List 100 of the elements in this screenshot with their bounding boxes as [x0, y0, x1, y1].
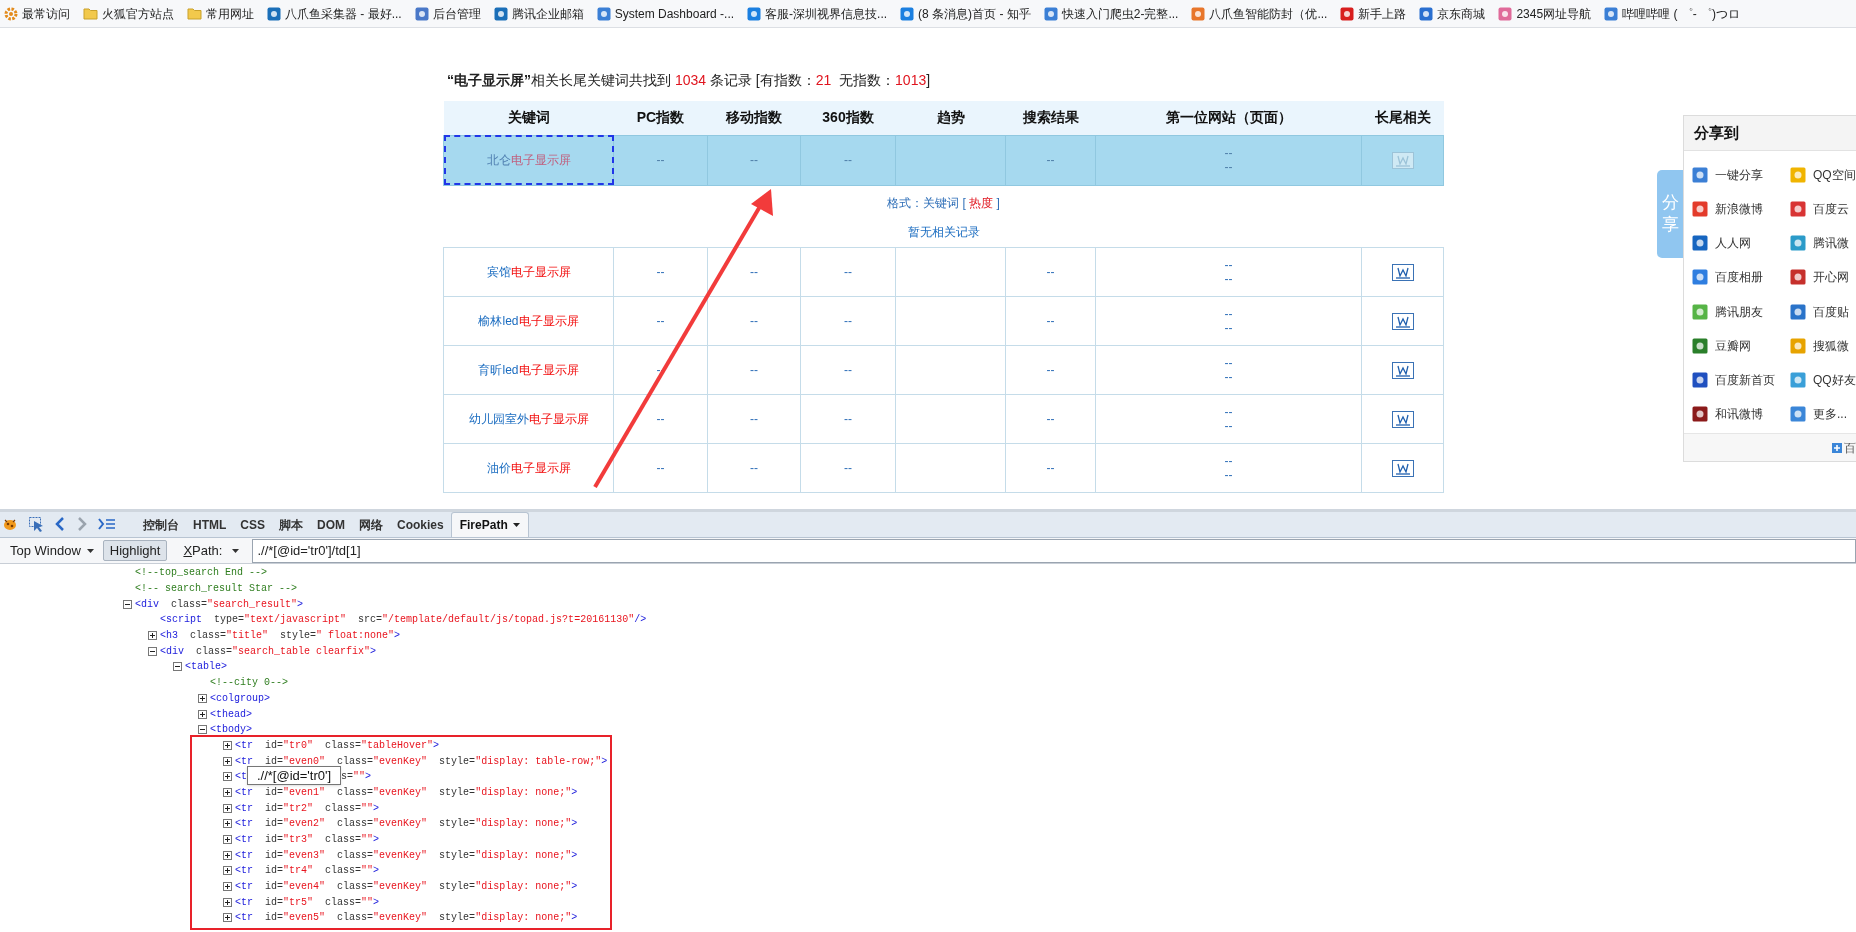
- empty-message: 暂无相关记录: [906, 223, 981, 240]
- expand-icon[interactable]: [223, 803, 232, 813]
- table-cell: --: [1224, 160, 1233, 174]
- code-line: <tr id="even4" class="evenKey" style="display: none;">: [235, 880, 578, 895]
- table-cell: --: [750, 313, 758, 328]
- bookmark-link[interactable]: 2345网址导航: [1498, 4, 1592, 23]
- share-link[interactable]: 开心网: [1790, 262, 1856, 293]
- expand-icon[interactable]: [223, 819, 232, 829]
- share-link[interactable]: 新浪微博: [1692, 194, 1790, 225]
- table-cell: --: [750, 362, 758, 377]
- expand-icon[interactable]: [223, 787, 232, 797]
- document-icon[interactable]: [1391, 410, 1414, 428]
- share-link[interactable]: 腾讯朋友: [1692, 296, 1790, 327]
- table-cell: --: [750, 460, 758, 475]
- share-link[interactable]: 腾讯微: [1790, 228, 1856, 259]
- collapse-icon[interactable]: [198, 725, 207, 735]
- bookmark-link[interactable]: 快速入门爬虫2-完整...: [1043, 4, 1179, 23]
- collapse-icon[interactable]: [123, 599, 132, 609]
- expand-icon[interactable]: [223, 882, 232, 892]
- share-link[interactable]: QQ好友: [1790, 364, 1856, 395]
- expand-icon[interactable]: [198, 693, 207, 703]
- bookmark-link[interactable]: (8 条消息)首页 - 知乎: [900, 4, 1031, 23]
- expand-icon[interactable]: [148, 631, 157, 641]
- keyword-link[interactable]: 育昕led电子显示屏: [478, 362, 579, 377]
- site-icon: [1340, 6, 1355, 21]
- table-cell: --: [750, 264, 758, 279]
- keyword-link[interactable]: 榆林led电子显示屏: [478, 313, 579, 328]
- share-link[interactable]: 百度新首页: [1692, 364, 1790, 395]
- table-cell: --: [1046, 362, 1055, 377]
- devtools-tab[interactable]: DOM: [310, 513, 352, 537]
- document-icon[interactable]: [1391, 312, 1414, 330]
- table-row[interactable]: 宾馆电子显示屏 -- -- -- -- -- --: [443, 247, 1444, 296]
- expand-icon[interactable]: [223, 740, 232, 750]
- bookmark-link[interactable]: 哔哩哔哩 ( ゜- ゜)つロ: [1604, 4, 1741, 23]
- document-icon[interactable]: [1391, 459, 1414, 477]
- table-row[interactable]: 油价电子显示屏 -- -- -- -- -- --: [443, 443, 1444, 492]
- devtools-tab[interactable]: Cookies: [390, 513, 451, 537]
- table-row[interactable]: 幼儿园室外电子显示屏 -- -- -- -- -- --: [443, 394, 1444, 443]
- bookmark-link[interactable]: 最常访问: [4, 4, 70, 23]
- code-line: <div class="search_result">: [135, 597, 304, 612]
- document-icon[interactable]: [1391, 361, 1414, 379]
- footer-link[interactable]: 百: [1832, 438, 1856, 457]
- devtools-tab[interactable]: FirePath: [450, 512, 529, 537]
- frame-dropdown[interactable]: Top Window: [10, 539, 94, 562]
- expand-icon[interactable]: [223, 835, 232, 845]
- keyword-link[interactable]: 油价电子显示屏: [486, 460, 571, 475]
- expand-icon[interactable]: [223, 850, 232, 860]
- table-cell: --: [750, 411, 758, 426]
- table-row[interactable]: 榆林led电子显示屏 -- -- -- -- -- --: [443, 296, 1444, 345]
- code-line: <tr id="tr2" class="">: [235, 801, 380, 816]
- share-link[interactable]: 人人网: [1692, 228, 1790, 259]
- code-line: <tr id="tr3" class="">: [235, 833, 380, 848]
- expand-icon[interactable]: [223, 866, 232, 876]
- highlight-button[interactable]: Highlight: [102, 540, 168, 561]
- share-link[interactable]: 百度贴: [1790, 296, 1856, 327]
- collapse-icon[interactable]: [148, 646, 157, 656]
- share-link[interactable]: 搜狐微: [1790, 330, 1856, 361]
- bookmark-link[interactable]: 火狐官方站点: [83, 4, 174, 23]
- devtools-tab[interactable]: HTML: [186, 513, 234, 537]
- share-link[interactable]: 百度云: [1790, 194, 1856, 225]
- expand-icon[interactable]: [223, 897, 232, 907]
- share-link[interactable]: 百度相册: [1692, 262, 1790, 293]
- table-cell: --: [656, 460, 665, 475]
- table-cell: --: [1224, 467, 1233, 482]
- collapse-icon[interactable]: [173, 662, 182, 672]
- bookmark-link[interactable]: 常用网址: [187, 4, 254, 23]
- bookmark-link[interactable]: 后台管理: [414, 4, 481, 23]
- table-cell: --: [1224, 257, 1233, 272]
- share-link[interactable]: QQ空间: [1790, 160, 1856, 190]
- bookmark-link[interactable]: System Dashboard -...: [596, 4, 735, 23]
- expand-icon[interactable]: [223, 756, 232, 766]
- devtools-tab[interactable]: 脚本: [272, 513, 310, 537]
- bookmark-link[interactable]: 京东商城: [1419, 4, 1486, 23]
- devtools-tab[interactable]: 网络: [352, 513, 390, 537]
- bookmark-link[interactable]: 客服-深圳视界信息技...: [747, 4, 888, 23]
- bookmark-link[interactable]: 新手上路: [1340, 4, 1407, 23]
- share-link[interactable]: 豆瓣网: [1692, 330, 1790, 361]
- expand-icon[interactable]: [198, 709, 207, 719]
- keyword-link[interactable]: 宾馆电子显示屏: [486, 264, 571, 279]
- devtools-tab[interactable]: CSS: [233, 513, 272, 537]
- code-comment: <!--city 0-->: [210, 676, 288, 691]
- share-link[interactable]: 和讯微博: [1692, 398, 1790, 429]
- site-icon: [1191, 6, 1206, 21]
- share-link[interactable]: 一键分享: [1692, 160, 1790, 190]
- xpath-field[interactable]: .//*[@id='tr0']/td[1]: [252, 538, 1856, 563]
- bookmark-link[interactable]: 八爪鱼智能防封（优...: [1191, 4, 1328, 23]
- app-icon: [1790, 337, 1806, 354]
- expand-icon[interactable]: [223, 913, 232, 923]
- code-comment: <!--top_search End -->: [135, 566, 268, 581]
- inspect-icon[interactable]: [28, 516, 44, 532]
- command-line-icon[interactable]: [98, 517, 116, 531]
- bookmark-link[interactable]: 腾讯企业邮箱: [493, 4, 584, 23]
- devtools-tab[interactable]: 控制台: [136, 513, 186, 537]
- document-icon[interactable]: [1391, 263, 1414, 281]
- caret-icon: [86, 548, 94, 553]
- share-link[interactable]: 更多...: [1790, 398, 1856, 429]
- expand-icon[interactable]: [223, 772, 232, 782]
- bookmark-link[interactable]: 八爪鱼采集器 - 最好...: [267, 4, 402, 23]
- site-icon: [1419, 6, 1434, 21]
- table-cell: --: [844, 411, 852, 426]
